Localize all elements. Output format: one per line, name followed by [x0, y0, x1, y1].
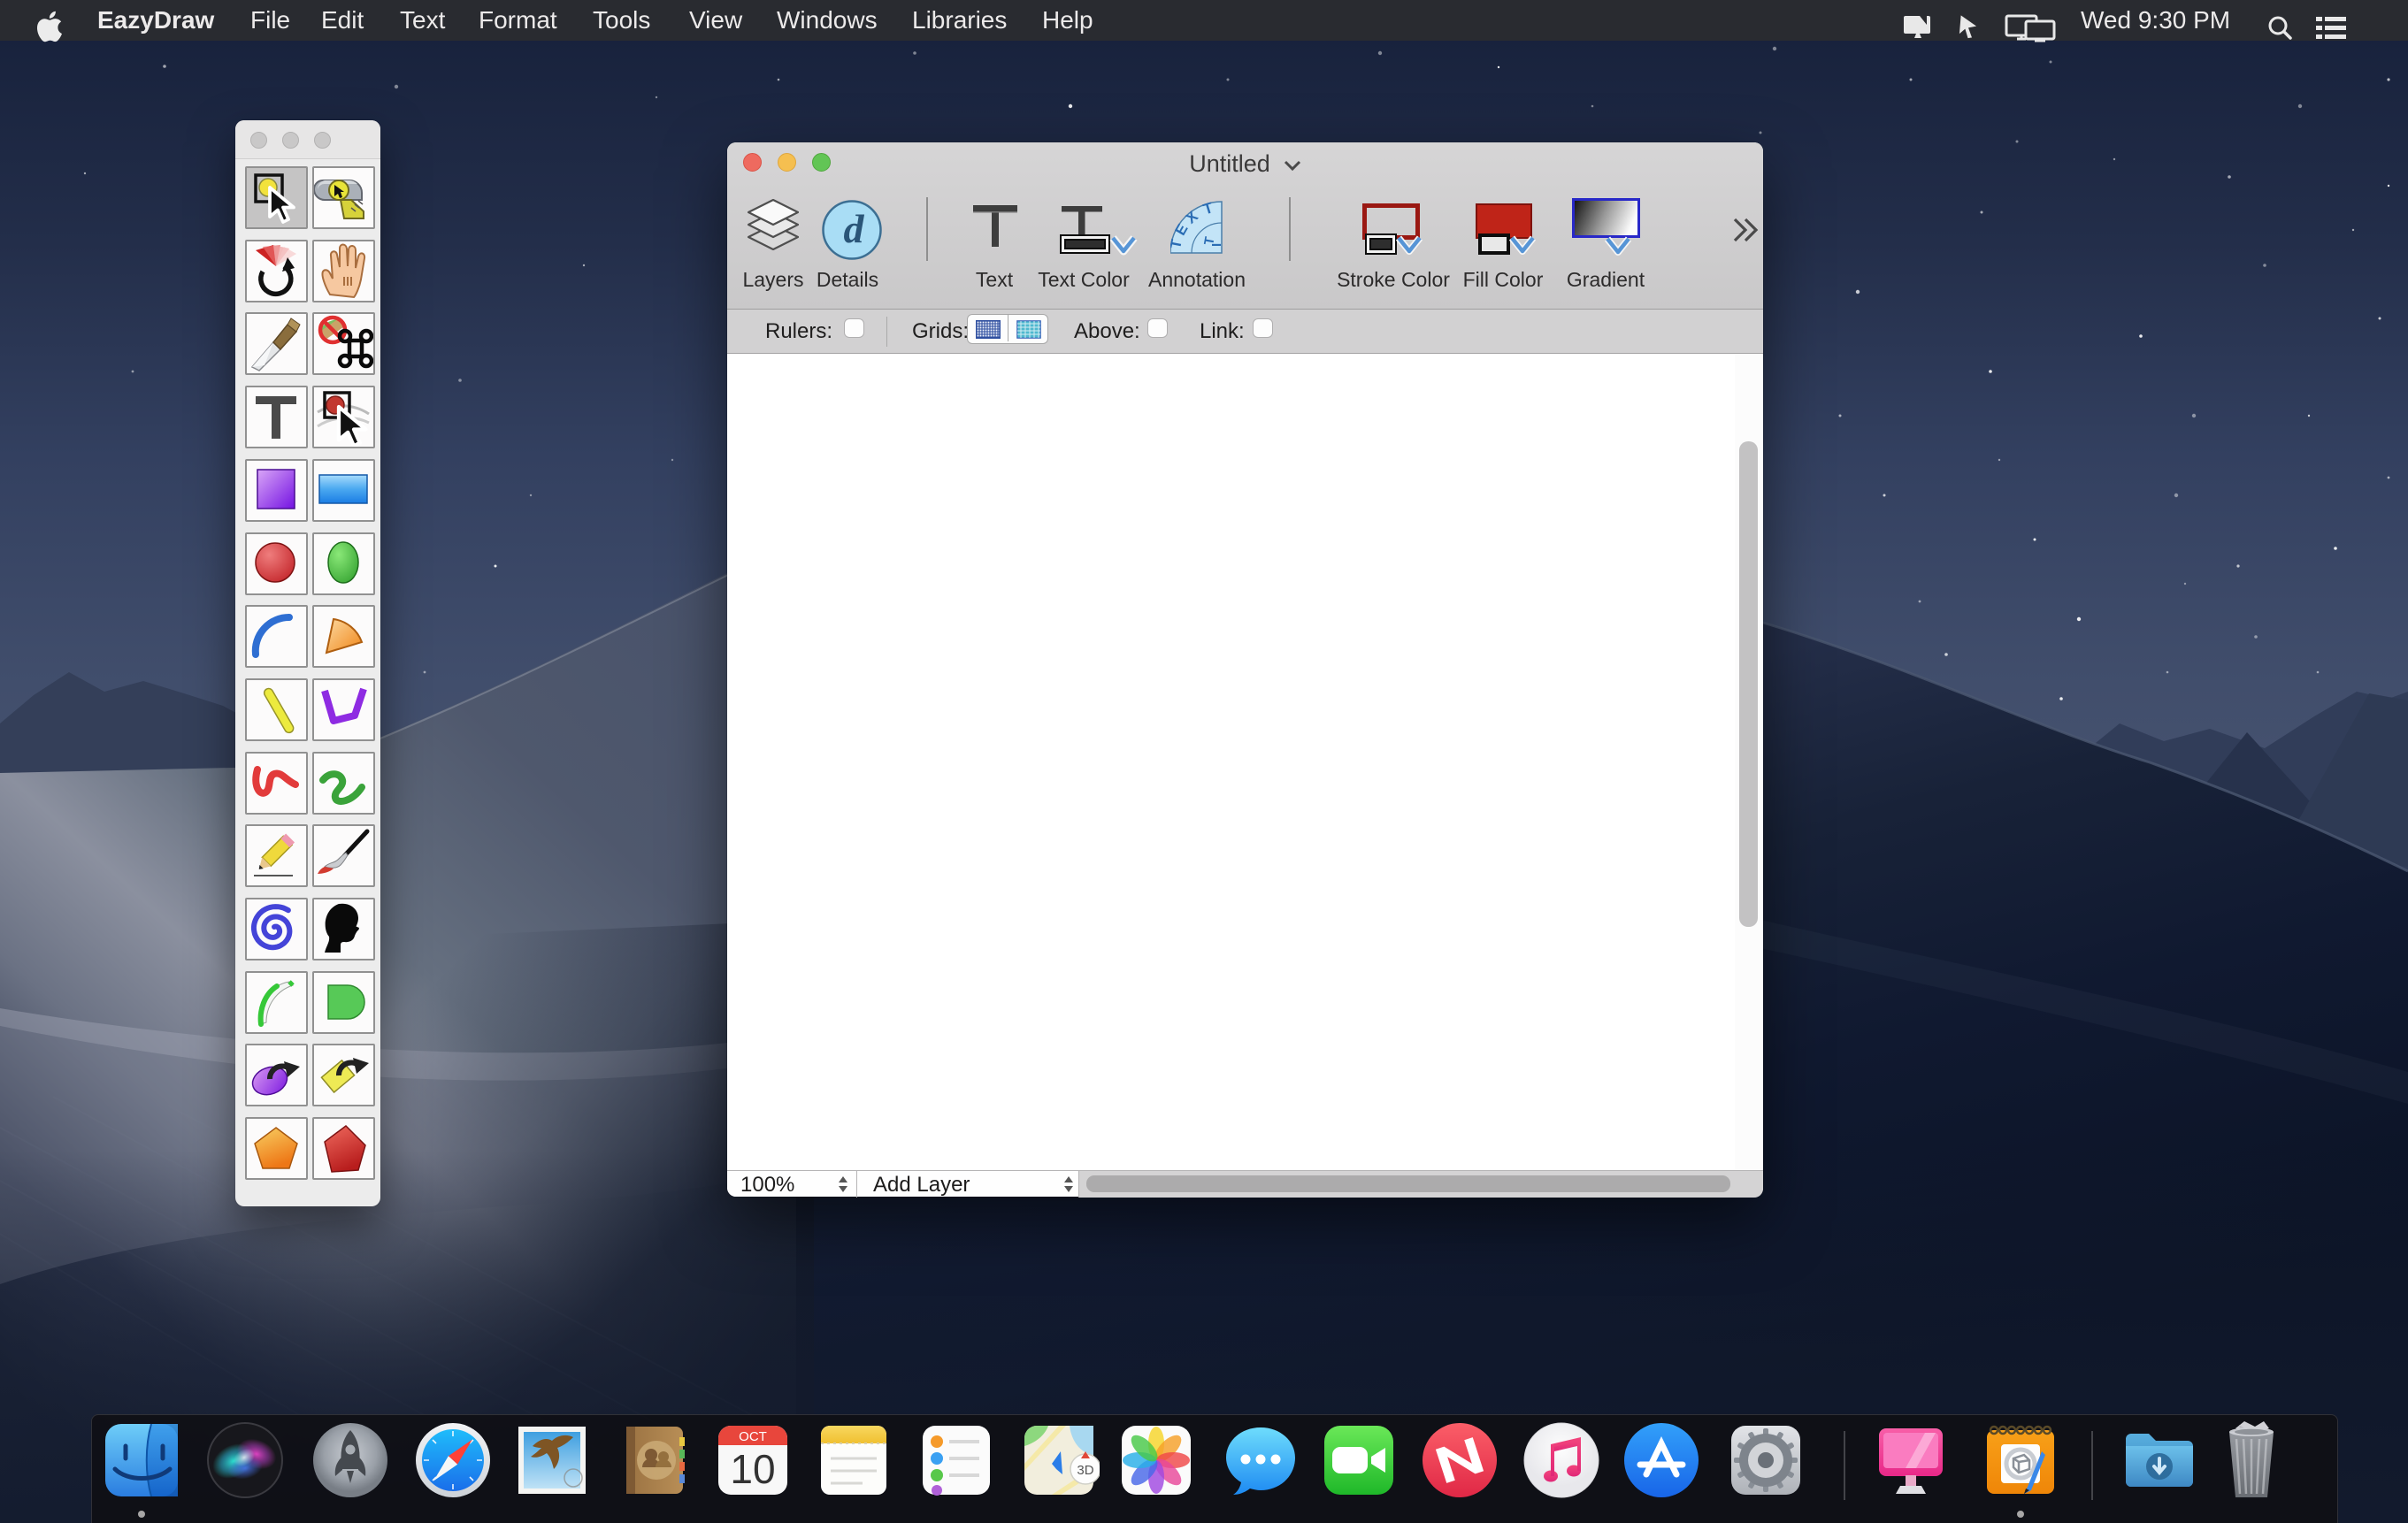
svg-text:10: 10: [730, 1446, 775, 1492]
svg-text:OCT: OCT: [739, 1429, 767, 1444]
svg-text:d: d: [844, 206, 865, 251]
svg-text:3D: 3D: [1077, 1463, 1093, 1478]
svg-text:I: I: [1209, 243, 1224, 247]
